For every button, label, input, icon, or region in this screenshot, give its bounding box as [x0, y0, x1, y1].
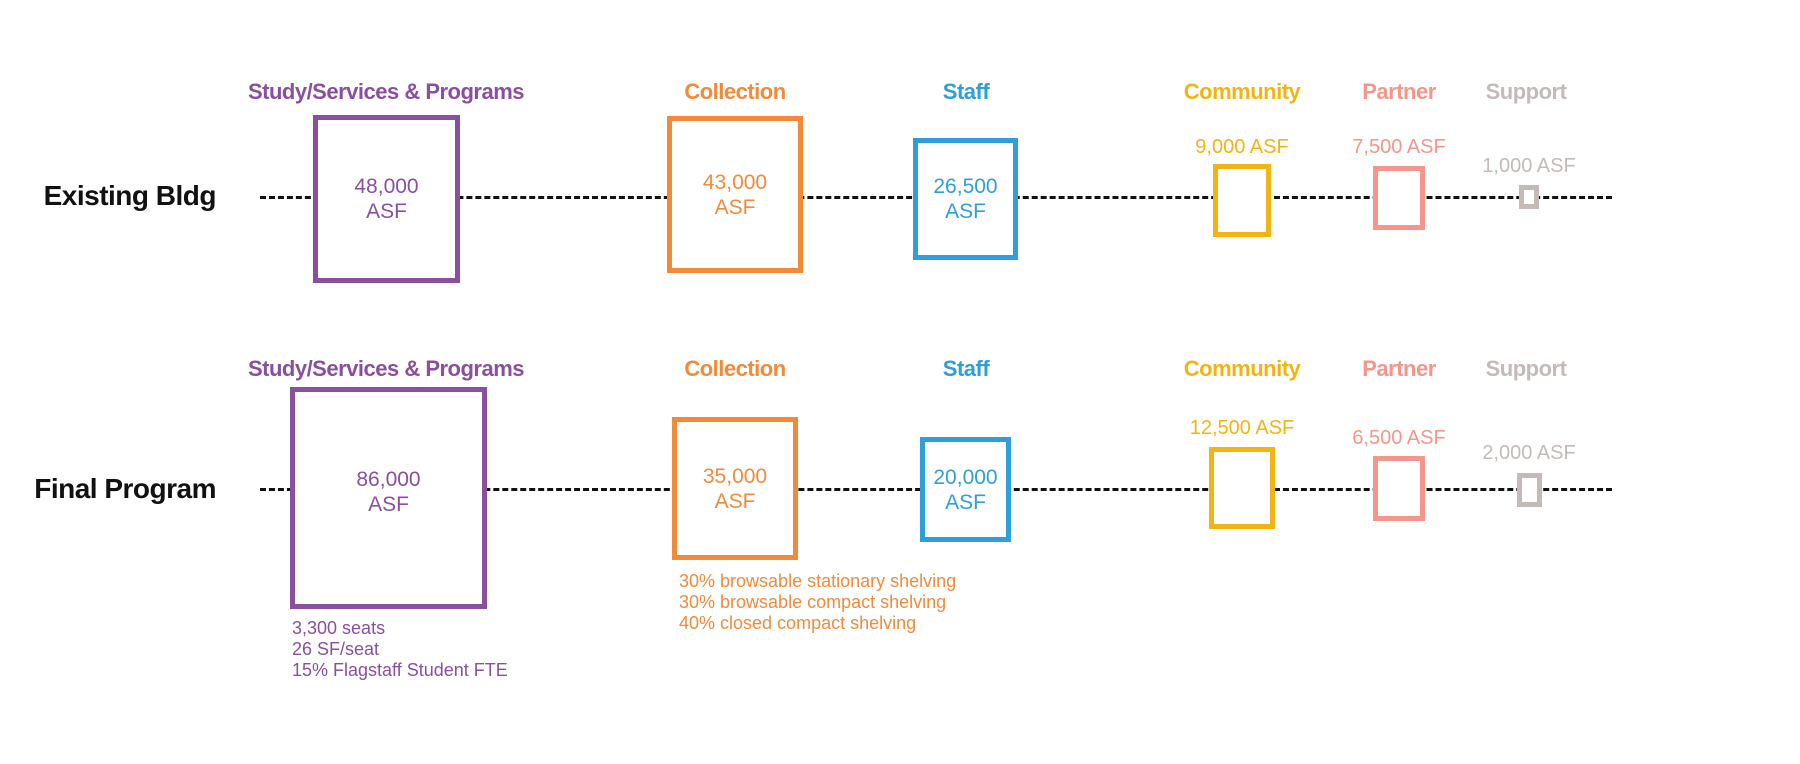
unit-collection-final: ASF — [714, 489, 756, 513]
value-collection-final: 35,000 — [702, 464, 768, 488]
row-label-final-program: Final Program — [34, 473, 216, 504]
note-stationary-shelving: 30% browsable stationary shelving — [679, 571, 957, 591]
note-closed-compact: 40% closed compact shelving — [679, 613, 917, 633]
unit-staff-final: ASF — [945, 490, 986, 514]
box-partner-existing — [1373, 166, 1425, 230]
header-study-final: Study/Services & Programs — [247, 356, 525, 381]
box-support-existing — [1519, 185, 1539, 209]
notes-collection-final: 30% browsable stationary shelving 30% br… — [679, 571, 956, 634]
notes-study-final: 3,300 seats 26 SF/seat 15% Flagstaff Stu… — [292, 618, 508, 681]
box-support-final — [1517, 473, 1542, 507]
unit-staff-existing: ASF — [945, 200, 986, 223]
header-study: Study/Services & Programs — [247, 79, 525, 104]
value-support-existing: 1,000 ASF — [1482, 155, 1576, 177]
box-staff-final: 20,000 ASF — [920, 437, 1011, 542]
box-collection-existing: 43,000 ASF — [667, 116, 803, 273]
note-student-fte: 15% Flagstaff Student FTE — [292, 660, 508, 680]
box-collection-final: 35,000 ASF — [672, 417, 798, 560]
box-study-existing: 48,000 ASF — [313, 115, 460, 283]
value-support-final: 2,000 ASF — [1482, 442, 1576, 464]
box-partner-final — [1373, 456, 1425, 521]
note-sf-per-seat: 26 SF/seat — [292, 639, 380, 659]
unit-collection-existing: ASF — [714, 195, 756, 219]
box-community-final — [1209, 447, 1275, 529]
value-staff-final: 20,000 — [933, 465, 998, 489]
box-study-final: 86,000 ASF — [290, 387, 487, 609]
note-browsable-compact: 30% browsable compact shelving — [679, 592, 947, 612]
value-study-existing: 48,000 — [354, 175, 419, 198]
header-support: Support — [1485, 79, 1567, 104]
unit-study-existing: ASF — [366, 200, 407, 223]
value-staff-existing: 26,500 — [933, 175, 998, 198]
value-collection-existing: 43,000 — [702, 170, 768, 194]
value-study-final: 86,000 — [356, 468, 421, 491]
box-community-existing — [1213, 164, 1271, 237]
note-seats: 3,300 seats — [292, 618, 386, 638]
row-label-existing-bldg: Existing Bldg — [43, 180, 217, 211]
header-support-final: Support — [1485, 356, 1567, 381]
unit-study-final: ASF — [368, 493, 409, 516]
box-staff-existing: 26,500 ASF — [913, 138, 1018, 260]
